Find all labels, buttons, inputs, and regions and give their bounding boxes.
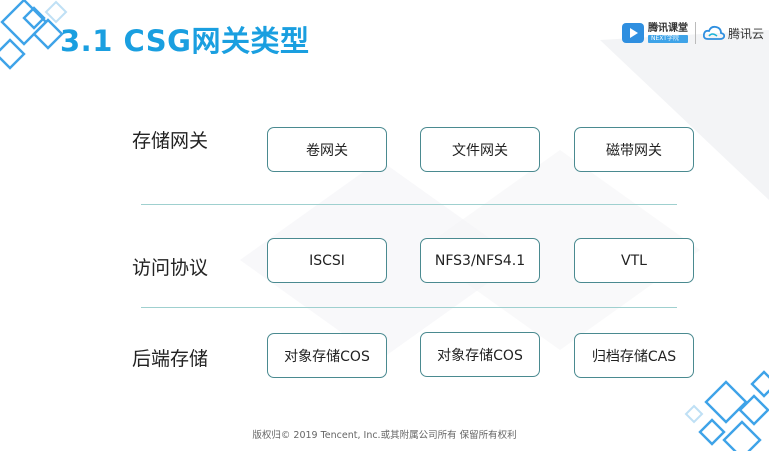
ketang-logo: 腾讯课堂 NEXT学院 [622,22,688,44]
diamond-pattern-icon [0,0,64,70]
ketang-logo-sub: NEXT学院 [648,35,688,43]
tencent-cloud-logo: 腾讯云 [703,25,764,42]
tencent-cloud-logo-name: 腾讯云 [728,26,765,41]
play-icon [622,23,644,43]
row-divider [141,204,677,205]
logo-divider [695,22,696,44]
box-nfs: NFS3/NFS4.1 [420,238,540,283]
row-label-backend-storage: 后端存储 [132,348,209,370]
background-decoration [0,0,769,451]
box-vtl: VTL [574,238,694,283]
box-tape-gateway: 磁带网关 [574,127,694,172]
box-iscsi: ISCSI [267,238,387,283]
ketang-logo-name: 腾讯课堂 [648,23,688,34]
cloud-icon [703,25,725,40]
box-object-storage-cos: 对象存储COS [420,332,540,377]
box-file-gateway: 文件网关 [420,127,540,172]
box-archive-storage-cas: 归档存储CAS [574,333,694,378]
row-label-access-protocol: 访问协议 [132,257,209,279]
slide: 3.1 CSG网关类型 腾讯课堂 NEXT学院 腾讯云 存储网关 卷网关 文件网… [0,0,769,451]
brand-logos: 腾讯课堂 NEXT学院 腾讯云 [622,18,764,48]
box-volume-gateway: 卷网关 [267,127,387,172]
row-divider [141,307,677,308]
box-object-storage-cos: 对象存储COS [267,333,387,378]
page-title: 3.1 CSG网关类型 [60,24,310,58]
copyright-footer: 版权归© 2019 Tencent, Inc.或其附属公司所有 保留所有权利 [252,430,517,441]
row-label-storage-gateway: 存储网关 [132,130,209,152]
